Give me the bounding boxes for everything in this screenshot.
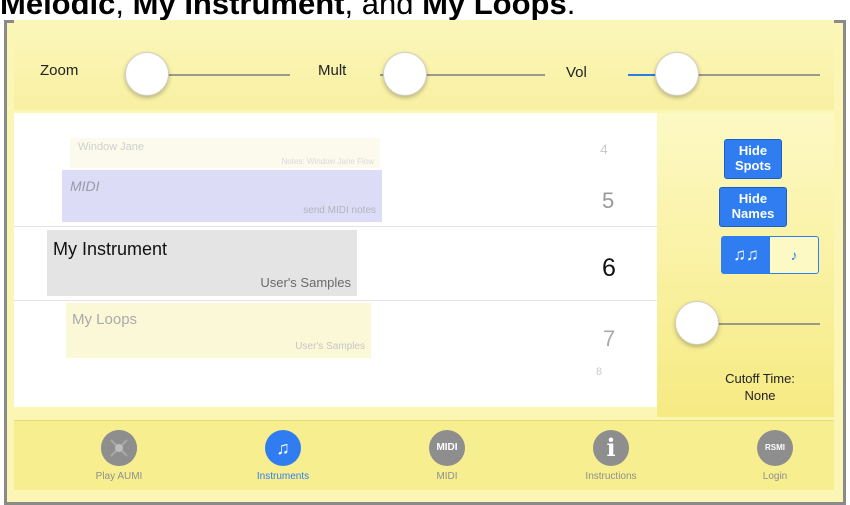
single-note-segment[interactable]: ♪ xyxy=(770,237,818,273)
mult-label: Mult xyxy=(318,62,347,79)
hide-spots-button[interactable]: Hide Spots xyxy=(724,139,782,179)
zoom-slider-knob[interactable] xyxy=(125,52,169,96)
tab-play-aumi[interactable]: Play AUMI xyxy=(59,421,179,489)
tab-label: Play AUMI xyxy=(95,471,143,482)
hide-names-button[interactable]: Hide Names xyxy=(719,187,787,227)
row-number-selected: 6 xyxy=(602,254,616,282)
zoom-label: Zoom xyxy=(40,62,79,79)
tab-bar: Play AUMI ♫ Instruments MIDI MIDI i Inst… xyxy=(14,420,834,490)
music-note-icon: ♫ xyxy=(265,430,301,466)
instrument-picker[interactable]: Window Jane Notes: Window Jane Flow 4 MI… xyxy=(14,113,657,407)
disc-graphic xyxy=(101,430,137,466)
vol-slider-knob[interactable] xyxy=(655,52,699,96)
row-number: 8 xyxy=(596,366,603,378)
instrument-name: My Instrument xyxy=(53,239,168,259)
instrument-name: MIDI xyxy=(70,178,100,194)
caption-sep1: , xyxy=(115,0,133,21)
cutoff-slider-knob[interactable] xyxy=(675,301,719,345)
tab-login[interactable]: RSMI Login xyxy=(715,421,835,489)
multi-note-segment[interactable]: ♫♫ xyxy=(722,237,770,273)
caption-sep2: , and xyxy=(344,0,423,21)
cutoff-label: Cutoff Time: xyxy=(725,371,795,386)
info-icon: i xyxy=(593,430,629,466)
list-item-my-loops[interactable]: My Loops User's Samples xyxy=(66,303,371,358)
caption-my-loops: My Loops xyxy=(422,0,567,21)
play-disc-icon xyxy=(101,430,137,466)
instrument-sub: Notes: Window Jane Flow xyxy=(281,157,374,166)
selection-line-top xyxy=(14,226,657,227)
caption-melodic: Melodic xyxy=(0,0,116,21)
instrument-sub: send MIDI notes xyxy=(303,205,376,216)
tab-midi[interactable]: MIDI MIDI xyxy=(387,421,507,489)
vol-label: Vol xyxy=(566,64,587,81)
row-number: 7 xyxy=(603,326,616,351)
tab-label: Instruments xyxy=(256,471,310,482)
caption-end: . xyxy=(566,0,576,21)
instrument-name: My Loops xyxy=(72,311,138,328)
list-item[interactable]: Window Jane Notes: Window Jane Flow xyxy=(70,138,380,168)
list-item-my-instrument[interactable]: My Instrument User's Samples xyxy=(47,230,357,296)
note-mode-segmented-control[interactable]: ♫♫ ♪ xyxy=(721,236,819,274)
mult-slider-knob[interactable] xyxy=(383,52,427,96)
tab-instructions[interactable]: i Instructions xyxy=(551,421,671,489)
tab-label: Login xyxy=(762,471,788,482)
list-item-midi[interactable]: MIDI send MIDI notes xyxy=(62,170,382,222)
cutoff-value: None xyxy=(744,388,776,403)
tab-instruments[interactable]: ♫ Instruments xyxy=(223,421,343,489)
selection-line-bottom xyxy=(14,300,657,301)
tab-label: Instructions xyxy=(585,471,637,482)
caption-my-instrument: My Instrument xyxy=(132,0,345,21)
instrument-name: Window Jane xyxy=(78,141,145,153)
row-number: 4 xyxy=(600,141,608,157)
cutoff-time: Cutoff Time: None xyxy=(690,370,830,404)
midi-icon: MIDI xyxy=(429,430,465,466)
caption-text: Melodic, My Instrument, and My Loops. xyxy=(0,0,575,22)
tab-label: MIDI xyxy=(436,471,458,482)
instrument-sub: User's Samples xyxy=(260,275,351,290)
row-number: 5 xyxy=(602,188,615,213)
instrument-sub: User's Samples xyxy=(295,341,365,352)
login-icon: RSMI xyxy=(757,430,793,466)
